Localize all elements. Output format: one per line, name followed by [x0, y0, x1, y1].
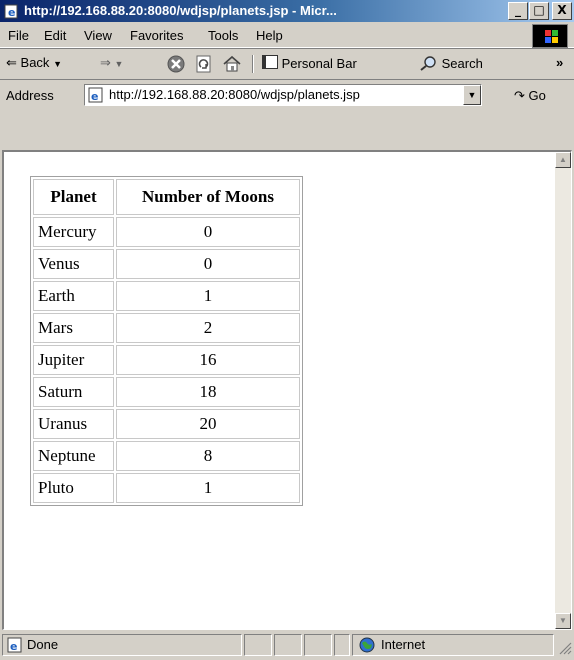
- table-row: Venus 0: [33, 249, 300, 279]
- close-button[interactable]: X: [552, 2, 572, 20]
- table-row: Mars 2: [33, 313, 300, 343]
- planet-name: Earth: [33, 281, 114, 311]
- back-label: Back: [20, 55, 50, 70]
- menu-file[interactable]: File: [8, 28, 29, 43]
- chevron-down-icon: ▼: [53, 59, 62, 69]
- chevron-down-icon: ▼: [467, 90, 477, 100]
- scroll-down-button[interactable]: ▼: [555, 613, 571, 629]
- table-row: Earth 1: [33, 281, 300, 311]
- zone-text: Internet: [381, 637, 426, 652]
- menu-help[interactable]: Help: [256, 28, 283, 43]
- moon-count: 18: [116, 377, 300, 407]
- address-bar: Address e http://192.168.88.20:8080/wdjs…: [0, 79, 574, 110]
- menu-edit[interactable]: Edit: [44, 28, 66, 43]
- status-zone-pane: Internet: [352, 634, 554, 656]
- svg-text:e: e: [10, 640, 17, 653]
- back-arrow-icon: ⇐: [6, 55, 17, 70]
- maximize-button[interactable]: □: [529, 2, 549, 20]
- moon-count: 0: [116, 217, 300, 247]
- planet-name: Saturn: [33, 377, 114, 407]
- moon-count: 1: [116, 281, 300, 311]
- window-title: http://192.168.88.20:8080/wdjsp/planets.…: [24, 3, 337, 18]
- home-icon[interactable]: [222, 54, 242, 74]
- scroll-up-button[interactable]: ▲: [555, 152, 571, 168]
- status-pane: [304, 634, 332, 656]
- go-label: Go: [528, 88, 546, 103]
- page-viewport[interactable]: Planet Number of Moons Mercury 0 Venus 0…: [2, 150, 572, 630]
- ie-page-icon: e: [88, 87, 103, 103]
- table-row: Pluto 1: [33, 473, 300, 503]
- standard-toolbar: ⇐ Back ▼ ⇒ ▼ Personal Bar Search »: [0, 48, 574, 80]
- table-row: Uranus 20: [33, 409, 300, 439]
- go-button[interactable]: ↷ Go: [514, 88, 546, 104]
- table-row: Mercury 0: [33, 217, 300, 247]
- table-row: Jupiter 16: [33, 345, 300, 375]
- moon-count: 0: [116, 249, 300, 279]
- moon-count: 1: [116, 473, 300, 503]
- address-dropdown-button[interactable]: ▼: [463, 85, 481, 105]
- menu-view[interactable]: View: [84, 28, 112, 43]
- caption-buttons: _ □ X: [507, 2, 572, 20]
- search-icon: [420, 56, 436, 71]
- moon-count: 8: [116, 441, 300, 471]
- status-main-pane: e Done: [2, 634, 242, 656]
- planet-name: Jupiter: [33, 345, 114, 375]
- planets-table: Planet Number of Moons Mercury 0 Venus 0…: [30, 176, 303, 506]
- svg-text:e: e: [8, 6, 15, 19]
- moon-count: 16: [116, 345, 300, 375]
- back-button[interactable]: ⇐ Back ▼: [6, 55, 62, 71]
- chevron-up-icon: ▲: [559, 155, 567, 164]
- browser-window: e http://192.168.88.20:8080/wdjsp/planet…: [0, 0, 574, 660]
- moon-count: 20: [116, 409, 300, 439]
- personal-bar-button[interactable]: Personal Bar: [262, 55, 357, 71]
- search-label: Search: [441, 56, 483, 71]
- resize-grip-icon[interactable]: [558, 641, 572, 655]
- stop-icon[interactable]: [166, 54, 186, 74]
- refresh-icon[interactable]: [194, 54, 214, 74]
- title-bar[interactable]: e http://192.168.88.20:8080/wdjsp/planet…: [0, 0, 574, 22]
- status-pane: [244, 634, 272, 656]
- address-input[interactable]: e http://192.168.88.20:8080/wdjsp/planet…: [84, 84, 482, 106]
- menu-favorites[interactable]: Favorites: [130, 28, 183, 43]
- ie-page-icon: e: [7, 637, 22, 653]
- table-row: Saturn 18: [33, 377, 300, 407]
- minimize-button[interactable]: _: [508, 2, 528, 20]
- status-pane: [334, 634, 350, 656]
- toolbar-overflow-button[interactable]: »: [556, 55, 563, 70]
- moon-count: 2: [116, 313, 300, 343]
- planet-name: Venus: [33, 249, 114, 279]
- svg-text:e: e: [91, 90, 98, 103]
- header-planet: Planet: [33, 179, 114, 215]
- header-number-of-moons: Number of Moons: [116, 179, 300, 215]
- personal-bar-label: Personal Bar: [281, 56, 357, 71]
- personal-bar-icon: [262, 55, 278, 69]
- chevron-down-icon: ▼: [559, 616, 567, 625]
- table-row: Neptune 8: [33, 441, 300, 471]
- forward-button[interactable]: ⇒ ▼: [100, 55, 123, 71]
- forward-arrow-icon: ⇒: [100, 55, 111, 70]
- ie-page-icon: e: [4, 4, 18, 19]
- status-text: Done: [27, 637, 59, 652]
- globe-icon: [359, 637, 375, 653]
- menu-bar: File Edit View Favorites Tools Help: [0, 23, 574, 48]
- planet-name: Neptune: [33, 441, 114, 471]
- go-arrow-icon: ↷: [514, 88, 525, 103]
- status-pane: [274, 634, 302, 656]
- chevron-down-icon: ▼: [114, 59, 124, 69]
- vertical-scrollbar[interactable]: ▲ ▼: [555, 152, 571, 629]
- address-url: http://192.168.88.20:8080/wdjsp/planets.…: [109, 87, 360, 102]
- toolbar-background: [0, 110, 574, 150]
- status-bar: e Done Internet: [0, 631, 574, 660]
- toolbar-separator: [252, 55, 254, 73]
- address-label: Address: [6, 88, 54, 103]
- menu-tools[interactable]: Tools: [208, 28, 238, 43]
- planet-name: Mars: [33, 313, 114, 343]
- planet-name: Pluto: [33, 473, 114, 503]
- search-button[interactable]: Search: [420, 55, 483, 71]
- windows-logo-icon: [532, 24, 568, 48]
- planet-name: Mercury: [33, 217, 114, 247]
- planet-name: Uranus: [33, 409, 114, 439]
- table-header-row: Planet Number of Moons: [33, 179, 300, 215]
